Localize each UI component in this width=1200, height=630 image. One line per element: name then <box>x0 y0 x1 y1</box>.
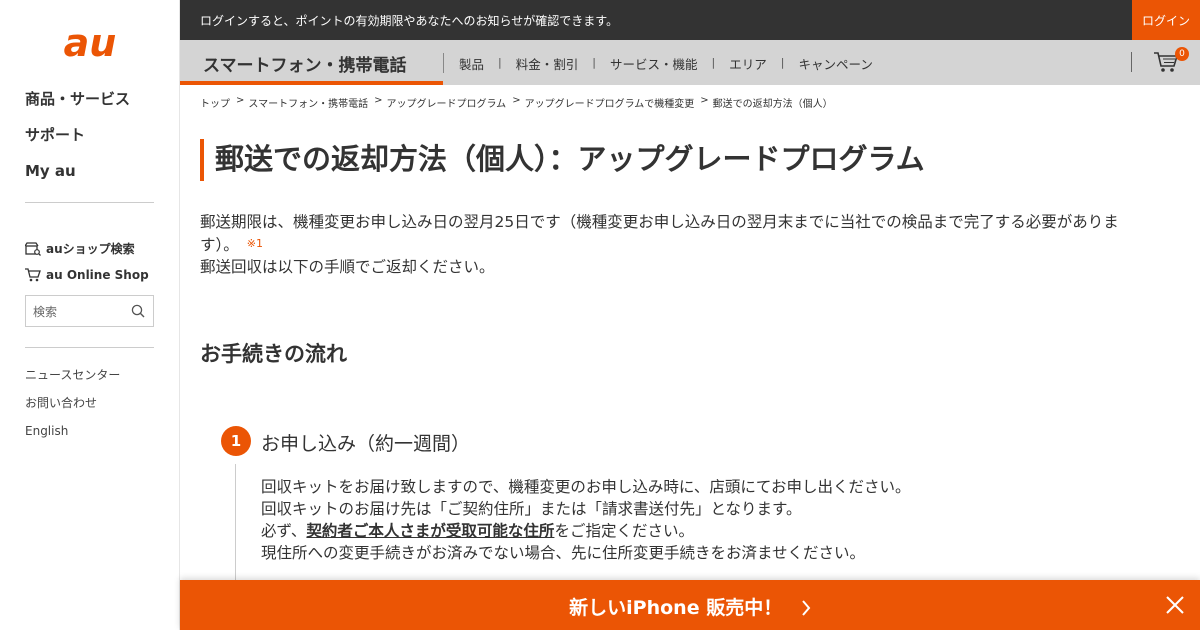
breadcrumb-item[interactable]: アップグレードプログラム <box>386 95 506 110</box>
step-line: 現住所への変更手続きがお済みでない場合、先に住所変更手続きをお済ませください。 <box>261 544 866 562</box>
shop-search-label: auショップ検索 <box>46 242 135 256</box>
step-connector-line <box>235 464 236 584</box>
search-icon[interactable] <box>131 304 145 318</box>
step-line-prefix: 必ず、 <box>261 522 307 540</box>
menu-separator: | <box>498 56 502 69</box>
breadcrumb-item[interactable]: アップグレードプログラムで機種変更 <box>525 95 695 110</box>
step-number-badge: 1 <box>221 426 251 456</box>
step-line-suffix: をご指定ください。 <box>554 522 694 540</box>
menu-pricing[interactable]: 料金・割引 <box>516 54 579 73</box>
breadcrumb: トップ > スマートフォン・携帯電話 > アップグレードプログラム > アップグ… <box>200 95 833 110</box>
intro-line: 郵送回収は以下の手順でご返却ください。 <box>200 258 495 276</box>
cart-count-badge: 0 <box>1175 47 1189 61</box>
intro-line: す）。 <box>200 236 239 254</box>
contact-link[interactable]: お問い合わせ <box>25 396 120 410</box>
divider <box>25 202 154 203</box>
breadcrumb-separator: > <box>236 95 245 106</box>
svg-text:au: au <box>64 24 117 64</box>
divider <box>25 347 154 348</box>
online-shop-link[interactable]: au Online Shop <box>25 268 149 282</box>
breadcrumb-separator: > <box>512 95 521 106</box>
menu-products[interactable]: 製品 <box>459 54 484 73</box>
sidebar-footer-links: ニュースセンター お問い合わせ English <box>25 368 120 452</box>
menu-services[interactable]: サービス・機能 <box>610 54 698 73</box>
sidebar: au 商品・サービス サポート My au auショップ検索 au Online… <box>0 0 180 630</box>
search-input[interactable]: 検索 <box>25 295 154 327</box>
sidebar-item-products[interactable]: 商品・サービス <box>25 90 130 109</box>
login-prompt: ログインすると、ポイントの有効期限やあなたへのお知らせが確認できます。 <box>200 14 619 28</box>
category-nav: スマートフォン・携帯電話 製品 | 料金・割引 | サービス・機能 | エリア … <box>180 40 1200 85</box>
footnote-link[interactable]: ※1 <box>247 237 263 250</box>
sidebar-item-myau[interactable]: My au <box>25 162 130 181</box>
sidebar-item-support[interactable]: サポート <box>25 126 130 145</box>
divider <box>1131 52 1132 72</box>
online-shop-label: au Online Shop <box>46 268 149 282</box>
breadcrumb-item[interactable]: スマートフォン・携帯電話 <box>248 95 368 110</box>
emphasized-text: 契約者ご本人さまが受取可能な住所 <box>306 522 555 540</box>
promo-banner[interactable]: 新しいiPhone 販売中！ <box>180 580 1200 630</box>
news-center-link[interactable]: ニュースセンター <box>25 368 120 382</box>
menu-campaign[interactable]: キャンペーン <box>798 54 872 73</box>
step-body: 回収キットをお届け致しますので、機種変更のお申し込み時に、店頭にてお申し出くださ… <box>261 476 910 564</box>
step-line: 回収キットをお届け致しますので、機種変更のお申し込み時に、店頭にてお申し出くださ… <box>261 478 911 496</box>
step-title: お申し込み（約一週間） <box>261 433 471 455</box>
menu-separator: | <box>592 56 596 69</box>
category-title[interactable]: スマートフォン・携帯電話 <box>180 40 443 85</box>
page-title: 郵送での返却方法（個人）：アップグレードプログラム <box>200 139 925 181</box>
sidebar-main-nav: 商品・サービス サポート My au <box>25 90 130 198</box>
promo-banner-content[interactable]: 新しいiPhone 販売中！ <box>180 593 1200 620</box>
search-placeholder: 検索 <box>33 304 58 319</box>
shop-search-link[interactable]: auショップ検索 <box>25 240 135 257</box>
shop-icon <box>25 241 41 256</box>
intro-text: 郵送期限は、機種変更お申し込み日の翌月25日です（機種変更お申し込み日の翌月末ま… <box>200 211 1160 278</box>
menu-separator: | <box>780 56 785 69</box>
cart-icon <box>25 268 41 282</box>
english-link[interactable]: English <box>25 424 120 438</box>
breadcrumb-separator: > <box>700 95 709 106</box>
breadcrumb-current: 郵送での返却方法（個人） <box>712 99 833 110</box>
step-line: 回収キットのお届け先は「ご契約住所」または「請求書送付先」となります。 <box>261 500 802 518</box>
chevron-right-icon <box>802 600 811 616</box>
category-menu: 製品 | 料金・割引 | サービス・機能 | エリア | キャンペーン <box>459 54 873 73</box>
menu-area[interactable]: エリア <box>729 54 767 73</box>
login-button[interactable]: ログイン <box>1132 0 1200 40</box>
promo-banner-text: 新しいiPhone 販売中！ <box>569 597 783 619</box>
close-icon[interactable] <box>1165 595 1185 615</box>
menu-separator: | <box>711 56 716 69</box>
divider <box>443 53 444 73</box>
breadcrumb-item[interactable]: トップ <box>200 95 230 110</box>
intro-line: 郵送期限は、機種変更お申し込み日の翌月25日です（機種変更お申し込み日の翌月末ま… <box>200 213 1119 231</box>
section-heading: お手続きの流れ <box>200 342 347 366</box>
au-logo[interactable]: au <box>48 24 132 64</box>
breadcrumb-separator: > <box>374 95 383 106</box>
top-bar: ログインすると、ポイントの有効期限やあなたへのお知らせが確認できます。 ログイン <box>180 0 1200 40</box>
